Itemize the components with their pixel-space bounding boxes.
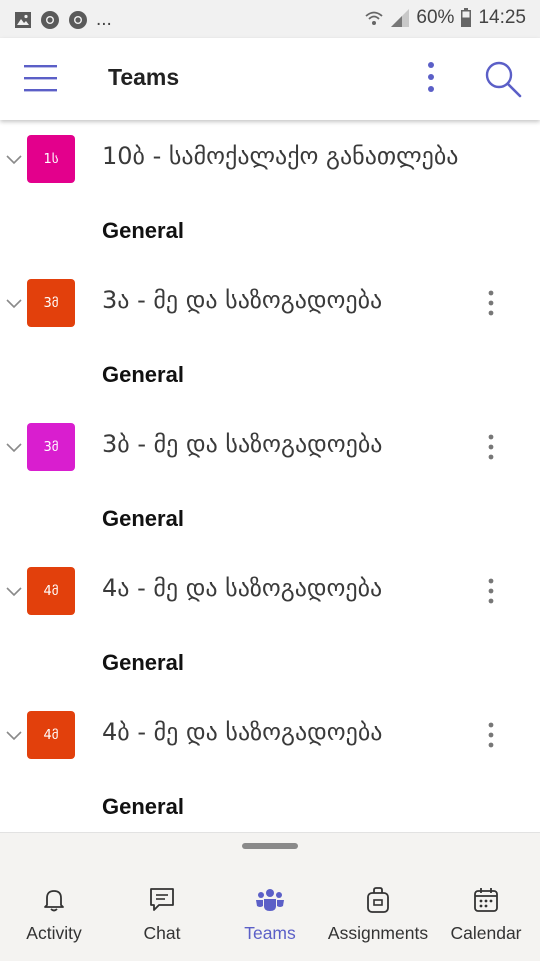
channel-general[interactable]: General <box>102 506 184 532</box>
bell-icon <box>44 890 64 912</box>
status-bar: ... 60% 14:25 <box>0 0 540 38</box>
nav-activity[interactable]: Activity <box>0 885 108 949</box>
chevron-down-icon[interactable] <box>4 584 24 598</box>
page-title: Teams <box>108 64 180 90</box>
team-avatar: 3მ <box>27 423 75 471</box>
team-avatar: 3მ <box>27 279 75 327</box>
more-vertical-icon[interactable] <box>478 718 504 752</box>
more-vertical-icon[interactable] <box>478 574 504 608</box>
app-bar: Teams <box>0 38 540 120</box>
team-row[interactable]: 3მ 3ბ - მე და საზოგადოება <box>0 408 540 490</box>
nav-label: Chat <box>143 923 181 943</box>
nav-assignments[interactable]: Assignments <box>324 885 432 949</box>
team-row[interactable]: 3მ 3ა - მე და საზოგადოება <box>0 264 540 346</box>
team-row[interactable]: 4მ 4ა - მე და საზოგადოება <box>0 552 540 634</box>
team-avatar-initials: 4მ <box>43 583 59 599</box>
nav-label: Teams <box>244 923 296 943</box>
more-vertical-icon[interactable] <box>478 286 504 320</box>
clock: 14:25 <box>478 7 526 28</box>
team-row[interactable]: 1ს 10ბ - სამოქალაქო განათლება <box>0 120 540 202</box>
gallery-icon <box>15 12 31 28</box>
drag-handle[interactable] <box>242 843 298 849</box>
team-item: 3მ 3ბ - მე და საზოგადოება General <box>0 408 540 552</box>
channel-general[interactable]: General <box>102 218 184 244</box>
search-button[interactable] <box>480 56 526 102</box>
channel-general[interactable]: General <box>102 794 184 820</box>
hamburger-menu-icon <box>24 65 57 92</box>
battery-icon <box>461 8 472 27</box>
chevron-down-icon[interactable] <box>4 152 24 166</box>
search-icon <box>485 61 522 98</box>
team-avatar: 4მ <box>27 567 75 615</box>
chrome-icon <box>69 11 87 29</box>
chevron-down-icon[interactable] <box>4 296 24 310</box>
chat-icon <box>150 888 174 911</box>
bag-icon <box>367 887 389 913</box>
nav-calendar[interactable]: Calendar <box>432 885 540 949</box>
battery-percent: 60% <box>416 7 455 28</box>
chevron-down-icon[interactable] <box>4 440 24 454</box>
menu-button[interactable] <box>18 56 64 102</box>
team-avatar-initials: 3მ <box>43 439 59 455</box>
team-item: 4მ 4ა - მე და საზოგადოება General <box>0 552 540 696</box>
wifi-icon <box>365 11 384 25</box>
chrome-icon <box>41 11 59 29</box>
team-name: 4ა - მე და საზოგადოება <box>102 574 383 602</box>
bottom-navigation: Activity Chat Teams Assignments Calendar <box>0 832 540 961</box>
more-notifications: ... <box>96 9 112 30</box>
notification-icons: ... <box>14 9 112 31</box>
nav-chat[interactable]: Chat <box>108 885 216 949</box>
team-item: 1ს 10ბ - სამოქალაქო განათლება General <box>0 120 540 264</box>
chevron-down-icon[interactable] <box>4 728 24 742</box>
team-avatar-initials: 4მ <box>43 727 59 743</box>
team-item: 3მ 3ა - მე და საზოგადოება General <box>0 264 540 408</box>
system-icons: 60% 14:25 <box>364 7 526 29</box>
more-options-button[interactable] <box>414 56 448 102</box>
team-name: 10ბ - სამოქალაქო განათლება <box>102 142 459 170</box>
nav-label: Calendar <box>450 923 522 943</box>
more-vertical-icon <box>428 62 434 92</box>
team-avatar-initials: 1ს <box>43 151 59 167</box>
team-list: 1ს 10ბ - სამოქალაქო განათლება General 3მ… <box>0 120 540 832</box>
team-avatar-initials: 3მ <box>43 295 59 311</box>
signal-icon <box>391 9 410 27</box>
nav-label: Assignments <box>327 923 429 943</box>
nav-teams[interactable]: Teams <box>216 885 324 949</box>
team-avatar: 4მ <box>27 711 75 759</box>
more-vertical-icon[interactable] <box>478 430 504 464</box>
team-name: 4ბ - მე და საზოგადოება <box>102 718 383 746</box>
channel-general[interactable]: General <box>102 650 184 676</box>
team-name: 3ა - მე და საზოგადოება <box>102 286 383 314</box>
teams-icon <box>256 889 284 911</box>
team-avatar: 1ს <box>27 135 75 183</box>
team-name: 3ბ - მე და საზოგადოება <box>102 430 383 458</box>
calendar-icon <box>474 888 498 912</box>
channel-general[interactable]: General <box>102 362 184 388</box>
team-row[interactable]: 4მ 4ბ - მე და საზოგადოება <box>0 696 540 778</box>
nav-label: Activity <box>26 923 82 943</box>
team-item: 4მ 4ბ - მე და საზოგადოება General <box>0 696 540 832</box>
